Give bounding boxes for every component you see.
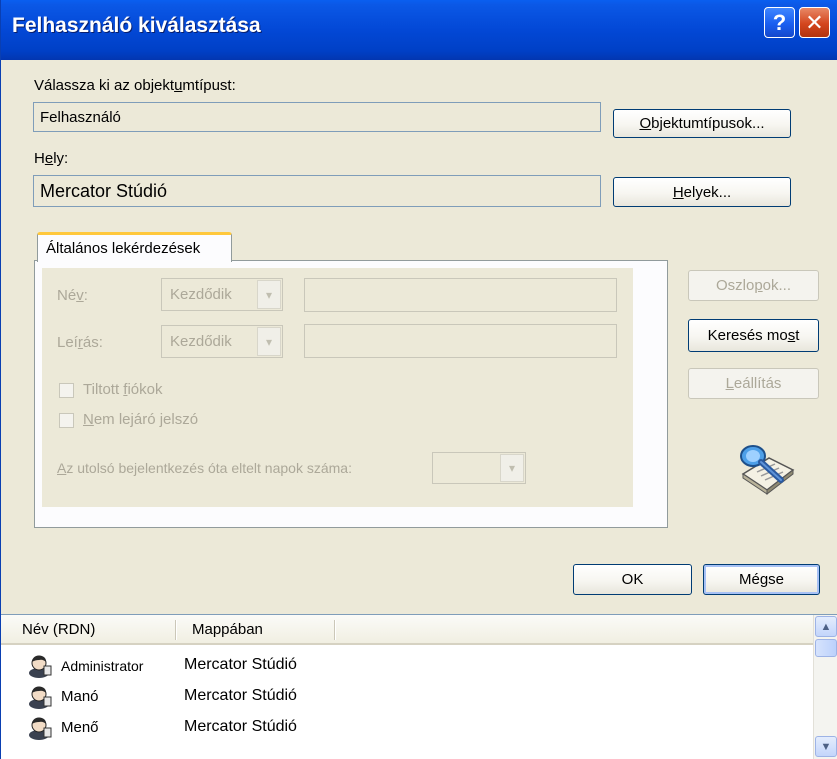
chevron-down-icon: ▾ [257, 280, 281, 309]
disabled-accounts-label: Tiltott fiókok [83, 381, 163, 398]
chevron-down-icon: ▾ [257, 327, 281, 356]
location-field: Mercator Stúdió [33, 175, 601, 207]
ok-button[interactable]: OK [573, 564, 692, 595]
location-label: Hely: [34, 150, 69, 167]
search-flashlight-icon [740, 445, 795, 496]
name-label: Név: [57, 287, 88, 304]
row-folder: Mercator Stúdió [184, 718, 297, 735]
user-icon [29, 686, 52, 709]
row-folder: Mercator Stúdió [184, 656, 297, 673]
column-divider[interactable] [334, 620, 336, 640]
days-since-logon-label: Az utolsó bejelentkezés óta eltelt napok… [57, 460, 352, 476]
scroll-thumb[interactable] [815, 639, 837, 657]
locations-button[interactable]: Helyek... [613, 177, 791, 207]
scroll-down-button[interactable]: ▼ [815, 736, 837, 757]
column-header-folder[interactable]: Mappában [192, 621, 263, 638]
object-types-button[interactable]: Objektumtípusok... [613, 109, 791, 138]
title-bar[interactable]: Felhasználó kiválasztása ? ✕ [1, 0, 837, 60]
row-folder: Mercator Stúdió [184, 687, 297, 704]
object-type-value: Felhasználó [40, 108, 121, 126]
table-row[interactable]: Administrator Mercator Stúdió [1, 651, 813, 681]
user-icon [29, 655, 52, 678]
object-type-label: Válassza ki az objektumtípust: [34, 77, 236, 94]
description-label: Leírás: [57, 334, 103, 351]
column-header-name[interactable]: Név (RDN) [22, 621, 95, 638]
chevron-down-icon: ▼ [820, 740, 832, 753]
column-divider[interactable] [175, 620, 177, 640]
help-button[interactable]: ? [764, 7, 795, 38]
cancel-button[interactable]: Mégse [703, 564, 820, 595]
window-title: Felhasználó kiválasztása [12, 14, 261, 37]
results-list: Név (RDN) Mappában Administrator Mercato… [1, 614, 837, 759]
disabled-accounts-checkbox[interactable] [59, 383, 74, 398]
row-name: Manó [61, 688, 99, 705]
table-row[interactable]: Menő Mercator Stúdió [1, 713, 813, 743]
location-value: Mercator Stúdió [40, 180, 168, 201]
chevron-down-icon: ▾ [500, 454, 524, 482]
object-type-field: Felhasználó [33, 102, 601, 132]
row-name: Administrator [61, 658, 144, 674]
name-input[interactable] [304, 278, 617, 312]
stop-button[interactable]: Leállítás [688, 368, 819, 399]
chevron-up-icon: ▲ [820, 620, 832, 633]
close-icon: ✕ [805, 9, 824, 35]
columns-button[interactable]: Oszlo p ok... [688, 270, 819, 301]
days-since-logon-select[interactable]: ▾ [432, 452, 526, 484]
close-button[interactable]: ✕ [799, 7, 830, 38]
description-input[interactable] [304, 324, 617, 358]
vertical-scrollbar[interactable]: ▲ ▼ [813, 615, 837, 759]
user-icon [29, 717, 52, 740]
description-mode-select[interactable]: Kezdődik ▾ [161, 325, 283, 358]
results-column-header: Név (RDN) Mappában [1, 615, 813, 645]
tab-common-queries[interactable]: Általános lekérdezések [37, 232, 232, 262]
non-expiring-password-checkbox[interactable] [59, 413, 74, 428]
help-icon: ? [772, 9, 787, 35]
name-mode-select[interactable]: Kezdődik ▾ [161, 278, 283, 311]
scroll-up-button[interactable]: ▲ [815, 616, 837, 637]
table-row[interactable]: Manó Mercator Stúdió [1, 682, 813, 712]
non-expiring-password-label: Nem lejáró jelszó [83, 411, 199, 428]
tab-label: Általános lekérdezések [46, 240, 201, 257]
select-user-dialog: Felhasználó kiválasztása ? ✕ Válassza ki… [0, 0, 837, 759]
search-now-button[interactable]: Keresés mo s t [688, 319, 819, 352]
row-name: Menő [61, 719, 99, 736]
